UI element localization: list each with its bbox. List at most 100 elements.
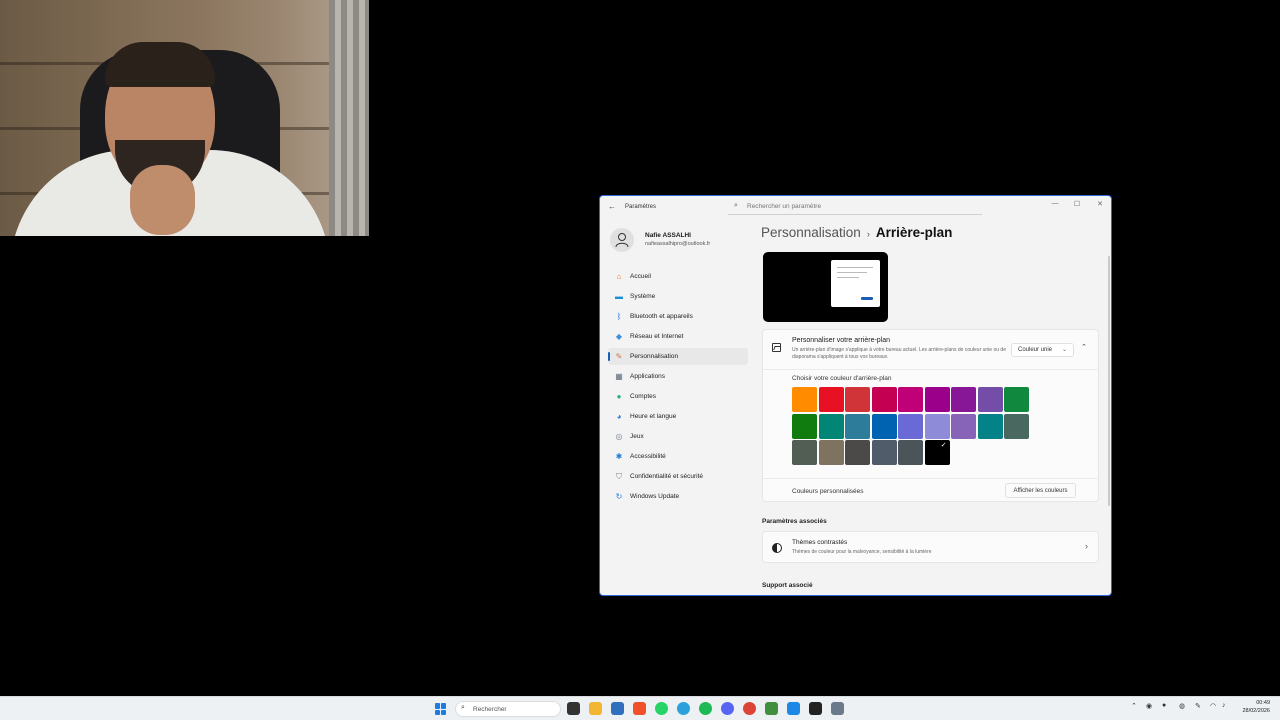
color-swatch[interactable]	[924, 413, 950, 439]
color-swatch[interactable]	[924, 440, 950, 465]
whatsapp-icon[interactable]	[655, 702, 668, 715]
screen: ← Paramètres ⌕ — ☐ ✕ Nafie ASSALHI nafie…	[0, 0, 1280, 720]
task-view-icon[interactable]	[567, 702, 580, 715]
accessibility-icon: ✱	[615, 451, 623, 461]
breadcrumb: Personnalisation › Arrière-plan	[761, 225, 952, 240]
color-swatch[interactable]	[977, 413, 1003, 439]
settings-window: ← Paramètres ⌕ — ☐ ✕ Nafie ASSALHI nafie…	[599, 195, 1112, 596]
color-swatch[interactable]	[898, 387, 923, 412]
search-box[interactable]: ⌕	[728, 200, 982, 215]
background-card-header[interactable]: Personnaliser votre arrière-plan Un arri…	[763, 330, 1098, 370]
brush-icon: ✎	[615, 351, 623, 361]
chevron-up-icon[interactable]: ⌃	[1081, 343, 1087, 351]
sidebar-item-7[interactable]: ● Comptes	[608, 388, 748, 405]
pen-icon[interactable]: ✎	[1195, 702, 1201, 710]
color-swatch[interactable]	[898, 440, 923, 465]
taskbar-search[interactable]: ⌕ Rechercher	[455, 701, 561, 717]
color-swatch[interactable]	[1004, 413, 1029, 439]
sidebar-item-9[interactable]: ◎ Jeux	[608, 428, 748, 445]
clock-date[interactable]: 28/02/2026	[1238, 708, 1270, 714]
sidebar-item-12[interactable]: ↻ Windows Update	[608, 488, 748, 505]
color-swatch[interactable]	[871, 413, 897, 439]
clock-time[interactable]: 00:49	[1252, 700, 1270, 706]
color-swatch[interactable]	[818, 387, 844, 412]
color-swatch[interactable]	[818, 413, 844, 439]
vscode-icon[interactable]	[787, 702, 800, 715]
bluetooth-icon: ᛒ	[616, 311, 622, 321]
color-swatch[interactable]	[977, 387, 1003, 412]
tray-app-icon[interactable]: ◍	[1179, 702, 1185, 710]
avatar	[610, 228, 634, 252]
file-explorer-icon[interactable]	[589, 702, 602, 715]
spotify-icon[interactable]	[699, 702, 712, 715]
notion-icon[interactable]	[809, 702, 822, 715]
color-swatch[interactable]	[871, 387, 897, 412]
close-button[interactable]: ✕	[1093, 200, 1107, 208]
sidebar-item-5[interactable]: ✎ Personnalisation	[608, 348, 748, 365]
color-swatch[interactable]	[845, 440, 870, 465]
background-card: Personnaliser votre arrière-plan Un arri…	[762, 329, 1099, 502]
apps-icon: ▦	[615, 371, 623, 381]
minecraft-icon[interactable]	[765, 702, 778, 715]
maximize-button[interactable]: ☐	[1070, 200, 1084, 208]
contrast-themes-card[interactable]: Thèmes contrastés Thèmes de couleur pour…	[762, 531, 1099, 563]
app-title: Paramètres	[625, 204, 657, 210]
chevron-up-icon[interactable]: ⌃	[1131, 702, 1137, 710]
show-colors-button[interactable]: Afficher les couleurs	[1005, 483, 1076, 498]
color-swatch[interactable]	[871, 440, 897, 465]
sidebar-item-6[interactable]: ▦ Applications	[608, 368, 748, 385]
search-input[interactable]	[747, 203, 967, 210]
color-swatch[interactable]	[792, 440, 817, 465]
scrollbar[interactable]	[1108, 256, 1110, 506]
color-swatch[interactable]	[818, 440, 844, 465]
color-swatch[interactable]	[845, 413, 870, 439]
back-arrow-icon[interactable]: ←	[608, 202, 616, 211]
color-swatch[interactable]	[898, 413, 923, 439]
webcam-overlay	[0, 0, 369, 236]
volume-icon[interactable]: ♪	[1222, 702, 1226, 709]
search-icon: ⌕	[461, 704, 465, 711]
sidebar-item-1[interactable]: ⌂ Accueil	[608, 268, 748, 285]
color-swatch[interactable]	[792, 413, 817, 439]
background-type-dropdown[interactable]: Couleur unie ⌄	[1011, 343, 1074, 357]
tray-app-icon[interactable]: ●	[1162, 702, 1166, 709]
sidebar-item-label: Personnalisation	[630, 353, 679, 360]
custom-colors-label: Couleurs personnalisées	[792, 488, 864, 495]
brave-icon[interactable]	[633, 702, 646, 715]
shield-icon: ⛉	[616, 471, 622, 481]
telegram-icon[interactable]	[677, 702, 690, 715]
sidebar-item-8[interactable]: ◕ Heure et langue	[608, 408, 748, 425]
background-title: Personnaliser votre arrière-plan	[792, 337, 891, 344]
sidebar-item-11[interactable]: ⛉ Confidentialité et sécurité	[608, 468, 748, 485]
sidebar-item-label: Windows Update	[630, 493, 680, 500]
color-swatch[interactable]	[924, 387, 950, 412]
steam-icon[interactable]: ◉	[1146, 702, 1152, 710]
discord-icon[interactable]	[721, 702, 734, 715]
gamepad-icon: ◎	[615, 431, 623, 441]
sidebar-item-label: Accessibilité	[630, 453, 666, 460]
image-icon	[772, 343, 781, 352]
sidebar-item-4[interactable]: ◆ Réseau et Internet	[608, 328, 748, 345]
page-title: Arrière-plan	[875, 225, 953, 240]
person-icon: ●	[616, 391, 622, 401]
windows-start-icon[interactable]	[435, 703, 447, 715]
color-swatch[interactable]	[792, 387, 817, 412]
wifi-icon[interactable]: ◠	[1210, 702, 1216, 710]
color-swatch[interactable]	[951, 387, 976, 412]
breadcrumb-parent[interactable]: Personnalisation	[761, 225, 861, 240]
settings-icon[interactable]	[831, 702, 844, 715]
color-swatch[interactable]	[845, 387, 870, 412]
store-icon[interactable]	[611, 702, 624, 715]
color-heading: Choisir votre couleur d'arrière-plan	[792, 375, 892, 382]
desktop-preview	[763, 252, 888, 322]
sidebar-item-10[interactable]: ✱ Accessibilité	[608, 448, 748, 465]
minimize-button[interactable]: —	[1048, 200, 1062, 207]
preview-window	[831, 260, 880, 307]
color-swatch[interactable]	[1004, 387, 1029, 412]
sidebar-item-2[interactable]: ▬ Système	[608, 288, 748, 305]
background-description: Un arrière-plan d'image s'applique à vot…	[792, 347, 1006, 360]
sidebar-item-3[interactable]: ᛒ Bluetooth et appareils	[608, 308, 748, 325]
chevron-right-icon: ›	[1085, 541, 1088, 551]
chrome-icon[interactable]	[743, 702, 756, 715]
color-swatch[interactable]	[951, 413, 976, 439]
